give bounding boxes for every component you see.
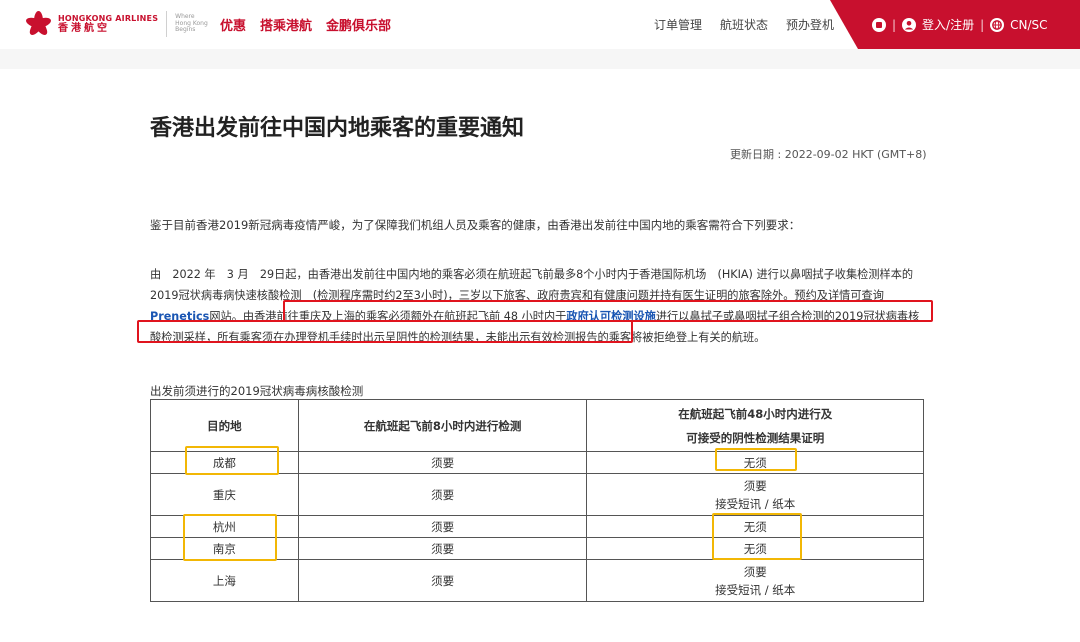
logo-chinese: 香港航空 <box>58 22 110 34</box>
divider: | <box>892 17 897 32</box>
nav-offers[interactable]: 优惠 <box>220 15 246 34</box>
cell-test-8h: 须要 <box>297 537 588 560</box>
table-row: 上海 须要 须要 接受短讯 / 纸本 <box>150 559 924 602</box>
cell-test-8h: 须要 <box>297 473 588 516</box>
table-header-row: 目的地 在航班起飞前8小时内进行检测 在航班起飞前48小时内进行及 可接受的阴性… <box>150 399 924 452</box>
user-area: | 登入/注册 | CN/SC <box>872 0 1048 49</box>
nav-flight-status[interactable]: 航班状态 <box>720 16 768 33</box>
globe-icon[interactable] <box>990 17 1005 32</box>
page-title: 香港出发前往中国内地乘客的重要通知 <box>150 116 525 141</box>
cell-test-8h: 须要 <box>297 451 588 474</box>
section-label: 出发前须进行的2019冠状病毒病核酸检测 <box>150 384 364 398</box>
highlight-box-yellow <box>715 448 797 471</box>
highlight-box-red <box>283 300 933 322</box>
nav-fly-with-us[interactable]: 搭乘港航 <box>260 15 312 34</box>
nav-fortune-wings-club[interactable]: 金鹏俱乐部 <box>326 15 391 34</box>
header-test-48h: 在航班起飞前48小时内进行及 可接受的阴性检测结果证明 <box>586 399 924 452</box>
secondary-nav: 订单管理 航班状态 预办登机 <box>654 0 852 49</box>
highlight-box-red <box>137 320 633 343</box>
header-test-48h-line1: 在航班起飞前48小时内进行及 <box>678 406 833 421</box>
cell-test-48h: 须要 接受短讯 / 纸本 <box>586 473 924 516</box>
divider: | <box>980 17 985 32</box>
update-date: 更新日期 : 2022-09-02 HKT (GMT+8) <box>730 148 927 161</box>
cell-test-8h: 须要 <box>297 559 588 602</box>
nav-manage-booking[interactable]: 订单管理 <box>654 16 702 33</box>
header-test-48h-line2: 可接受的阴性检测结果证明 <box>686 430 825 445</box>
para-text: 由 2022 年 3 月 29日起，由香港出发前往中国内地的乘客必须在航班起飞前… <box>150 268 914 302</box>
cell-city: 重庆 <box>150 473 299 516</box>
flower-logo-icon <box>24 10 53 38</box>
cell-proof: 接受短讯 / 纸本 <box>715 496 796 511</box>
cell-city: 上海 <box>150 559 299 602</box>
logo-divider <box>166 11 168 37</box>
nav-online-checkin[interactable]: 预办登机 <box>786 16 834 33</box>
cell-test-48h-value: 须要 <box>743 564 767 579</box>
cell-test-48h: 须要 接受短讯 / 纸本 <box>586 559 924 602</box>
table-row: 重庆 须要 须要 接受短讯 / 纸本 <box>150 473 924 516</box>
highlight-box-yellow <box>183 514 277 561</box>
cell-proof: 接受短讯 / 纸本 <box>715 582 796 597</box>
header-destination: 目的地 <box>150 399 299 452</box>
notification-icon[interactable] <box>872 17 886 32</box>
highlight-box-yellow <box>185 446 279 475</box>
highlight-box-yellow <box>712 513 802 560</box>
language-selector[interactable]: CN/SC <box>1010 18 1047 32</box>
logo-english: HONGKONG AIRLINES <box>58 13 159 23</box>
login-register-link[interactable]: 登入/注册 <box>922 16 974 33</box>
testing-requirements-table: 目的地 在航班起飞前8小时内进行检测 在航班起飞前48小时内进行及 可接受的阴性… <box>150 399 924 602</box>
user-icon[interactable] <box>902 17 917 32</box>
slogan: Where Hong Kong Begins <box>175 13 208 35</box>
header-test-8h: 在航班起飞前8小时内进行检测 <box>297 399 588 452</box>
logo-wordmark: HONGKONG AIRLINES 香港航空 <box>58 14 158 35</box>
cell-test-8h: 须要 <box>297 515 588 538</box>
airline-logo[interactable]: HONGKONG AIRLINES 香港航空 Where Hong Kong B… <box>24 10 208 38</box>
primary-nav: 优惠 搭乘港航 金鹏俱乐部 <box>220 0 405 49</box>
slogan-line: Begins <box>175 26 196 34</box>
top-header: HONGKONG AIRLINES 香港航空 Where Hong Kong B… <box>0 0 1080 49</box>
cell-test-48h-value: 须要 <box>743 478 767 493</box>
intro-text: 鉴于目前香港2019新冠病毒疫情严峻，为了保障我们机组人员及乘客的健康，由香港出… <box>150 218 801 232</box>
